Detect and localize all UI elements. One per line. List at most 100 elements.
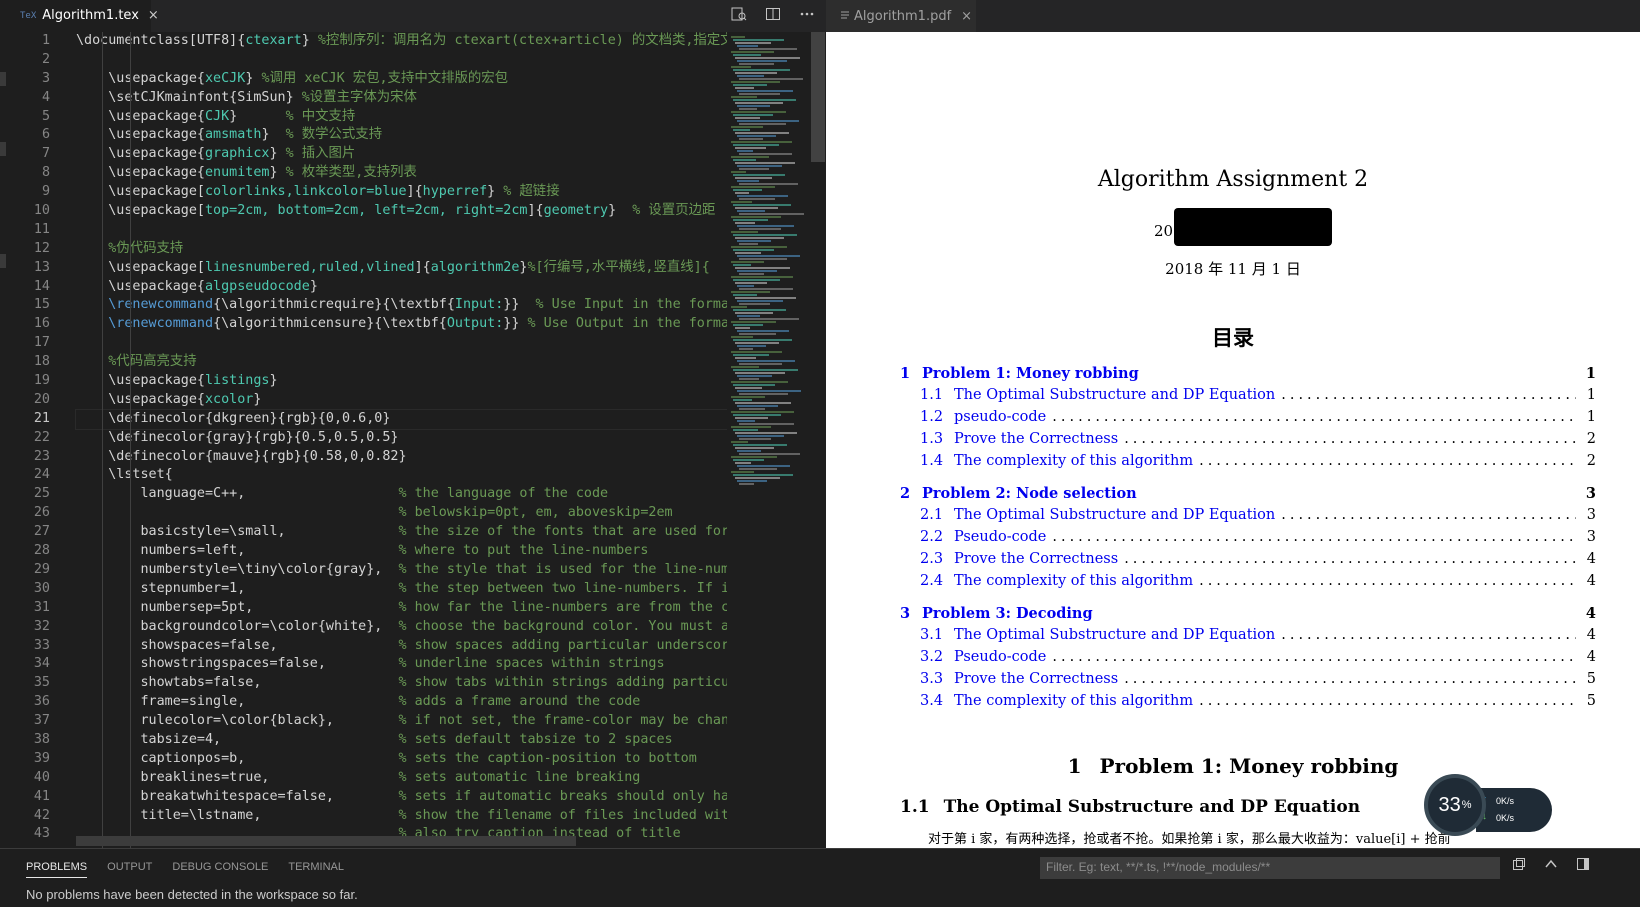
line-text[interactable]: \usepackage{CJK} % 中文支持 <box>76 108 727 127</box>
toc-label[interactable]: The complexity of this algorithm <box>954 693 1193 709</box>
line-text[interactable]: \usepackage{xcolor} <box>76 391 727 410</box>
toc-entry[interactable]: 1.1 The Optimal Substructure and DP Equat… <box>900 384 1596 406</box>
code-line[interactable]: 2 <box>0 51 727 70</box>
toc-entry[interactable]: 3.1 The Optimal Substructure and DP Equat… <box>900 624 1596 646</box>
code-line[interactable]: 17 <box>0 334 727 353</box>
toc-entry[interactable]: 1.4 The complexity of this algorithm.....… <box>900 450 1596 472</box>
code-line[interactable]: 31 numbersep=5pt, % how far the line-num… <box>0 599 727 618</box>
toc-entry[interactable]: 3.2 Pseudo-code..........................… <box>900 646 1596 668</box>
scrollbar-thumb[interactable] <box>811 32 825 162</box>
code-line[interactable]: 26 % belowskip=0pt, em, aboveskip=2em <box>0 504 727 523</box>
toc-label[interactable]: Problem 3: Decoding <box>922 605 1093 622</box>
line-text[interactable]: \usepackage{graphicx} % 插入图片 <box>76 145 727 164</box>
code-line[interactable]: 16 \renewcommand{\algorithmicensure}{\te… <box>0 315 727 334</box>
line-text[interactable]: \usepackage{amsmath} % 数学公式支持 <box>76 126 727 145</box>
line-text[interactable]: numbersep=5pt, % how far the line-number… <box>76 599 727 618</box>
code-line[interactable]: 22 \definecolor{gray}{rgb}{0.5,0.5,0.5} <box>0 429 727 448</box>
close-icon[interactable]: × <box>961 9 972 24</box>
toc-entry[interactable]: 2.2 Pseudo-code..........................… <box>900 526 1596 548</box>
toc-entry[interactable]: 1Problem 1: Money robbing...............… <box>900 362 1596 384</box>
toc-label[interactable]: The Optimal Substructure and DP Equation <box>954 507 1275 523</box>
line-text[interactable]: \setCJKmainfont{SimSun} %设置主字体为宋体 <box>76 89 727 108</box>
collapse-all-icon[interactable] <box>1512 857 1526 875</box>
code-line[interactable]: 35 showtabs=false, % show tabs within st… <box>0 674 727 693</box>
open-preview-icon[interactable] <box>730 6 748 26</box>
panel-tab-problems[interactable]: PROBLEMS <box>26 861 88 878</box>
close-icon[interactable]: × <box>148 8 159 23</box>
line-text[interactable]: showtabs=false, % show tabs within strin… <box>76 674 727 693</box>
line-text[interactable]: \documentclass[UTF8]{ctexart} %控制序列：调用名为… <box>76 32 727 51</box>
toc-entry[interactable]: 2.4 The complexity of this algorithm.....… <box>900 570 1596 592</box>
code-line[interactable]: 6 \usepackage{amsmath} % 数学公式支持 <box>0 126 727 145</box>
code-line[interactable]: 21 \definecolor{dkgreen}{rgb}{0,0.6,0} <box>0 408 727 430</box>
line-text[interactable]: \definecolor{mauve}{rgb}{0.58,0,0.82} <box>76 448 727 467</box>
line-text[interactable]: \definecolor{dkgreen}{rgb}{0,0.6,0} <box>75 408 727 430</box>
line-text[interactable]: \usepackage[linesnumbered,ruled,vlined]{… <box>76 259 727 278</box>
code-line[interactable]: 5 \usepackage{CJK} % 中文支持 <box>0 108 727 127</box>
code-line[interactable]: 27 basicstyle=\small, % the size of the … <box>0 523 727 542</box>
toc-label[interactable]: The complexity of this algorithm <box>954 573 1193 589</box>
line-text[interactable]: \renewcommand{\algorithmicensure}{\textb… <box>76 315 727 334</box>
toggle-panel-icon[interactable] <box>1576 857 1590 875</box>
code-line[interactable]: 9 \usepackage[colorlinks,linkcolor=blue]… <box>0 183 727 202</box>
code-line[interactable]: 36 frame=single, % adds a frame around t… <box>0 693 727 712</box>
code-line[interactable]: 8 \usepackage{enumitem} % 枚举类型,支持列表 <box>0 164 727 183</box>
code-line[interactable]: 42 title=\lstname, % show the filename o… <box>0 807 727 826</box>
code-line[interactable]: 3 \usepackage{xeCJK} %调用 xeCJK 宏包,支持中文排版… <box>0 70 727 89</box>
line-text[interactable]: rulecolor=\color{black}, % if not set, t… <box>76 712 727 731</box>
toc-label[interactable]: The Optimal Substructure and DP Equation <box>954 387 1275 403</box>
line-text[interactable]: \renewcommand{\algorithmicrequire}{\text… <box>76 296 727 315</box>
code-line[interactable]: 30 stepnumber=1, % the step between two … <box>0 580 727 599</box>
toc-entry[interactable]: 3.3 Prove the Correctness................… <box>900 668 1596 690</box>
line-text[interactable]: breaklines=true, % sets automatic line b… <box>76 769 727 788</box>
code-line[interactable]: 40 breaklines=true, % sets automatic lin… <box>0 769 727 788</box>
tab-algorithm1-tex[interactable]: TeX Algorithm1.tex × <box>0 0 159 32</box>
chevron-up-icon[interactable] <box>1544 857 1558 875</box>
line-text[interactable]: backgroundcolor=\color{white}, % choose … <box>76 618 727 637</box>
code-line[interactable]: 4 \setCJKmainfont{SimSun} %设置主字体为宋体 <box>0 89 727 108</box>
panel-tab-output[interactable]: OUTPUT <box>107 861 152 878</box>
pdf-viewer[interactable]: Algorithm Assignment 2 20 2018 年 11 月 1 … <box>826 32 1640 848</box>
code-line[interactable]: 25 language=C++, % the language of the c… <box>0 485 727 504</box>
problems-filter-input[interactable]: Filter. Eg: text, **/*.ts, !**/node_modu… <box>1040 857 1500 879</box>
code-editor[interactable]: 1 \documentclass[UTF8]{ctexart} %控制序列：调用名… <box>0 32 826 848</box>
panel-tab-debug-console[interactable]: DEBUG CONSOLE <box>172 861 268 878</box>
code-line[interactable]: 13 \usepackage[linesnumbered,ruled,vline… <box>0 259 727 278</box>
code-line[interactable]: 29 numberstyle=\tiny\color{gray}, % the … <box>0 561 727 580</box>
code-line[interactable]: 15 \renewcommand{\algorithmicrequire}{\t… <box>0 296 727 315</box>
line-text[interactable]: showspaces=false, % show spaces adding p… <box>76 637 727 656</box>
line-text[interactable]: \lstset{ <box>76 466 727 485</box>
line-text[interactable]: % belowskip=0pt, em, aboveskip=2em <box>76 504 727 523</box>
toc-label[interactable]: pseudo-code <box>954 409 1046 425</box>
line-text[interactable]: \usepackage{listings} <box>76 372 727 391</box>
toc-entry[interactable]: 2Problem 2: Node selection..............… <box>900 482 1596 504</box>
line-text[interactable]: \usepackage{xeCJK} %调用 xeCJK 宏包,支持中文排版的宏… <box>76 70 727 89</box>
toc-entry[interactable]: 2.1 The Optimal Substructure and DP Equat… <box>900 504 1596 526</box>
panel-tab-terminal[interactable]: TERMINAL <box>288 861 344 878</box>
code-line[interactable]: 11 <box>0 221 727 240</box>
code-line[interactable]: 18 %代码高亮支持 <box>0 353 727 372</box>
line-text[interactable]: stepnumber=1, % the step between two lin… <box>76 580 727 599</box>
toc-label[interactable]: Problem 2: Node selection <box>922 485 1137 502</box>
net-speed-widget[interactable]: ↑ 0K/s ↓ 0K/s <box>1476 788 1552 832</box>
code-line[interactable]: 19 \usepackage{listings} <box>0 372 727 391</box>
toc-entry[interactable]: 3Problem 3: Decoding....................… <box>900 602 1596 624</box>
line-text[interactable]: \usepackage[top=2cm, bottom=2cm, left=2c… <box>76 202 727 221</box>
code-line[interactable]: 34 showstringspaces=false, % underline s… <box>0 655 727 674</box>
line-text[interactable]: %伪代码支持 <box>76 240 727 259</box>
code-line[interactable]: 14 \usepackage{algpseudocode} <box>0 278 727 297</box>
split-editor-icon[interactable] <box>764 6 782 26</box>
code-lines[interactable]: 1 \documentclass[UTF8]{ctexart} %控制序列：调用名… <box>0 32 727 848</box>
toc-entry[interactable]: 1.3 Prove the Correctness................… <box>900 428 1596 450</box>
line-text[interactable]: captionpos=b, % sets the caption-positio… <box>76 750 727 769</box>
toc-entry[interactable]: 2.3 Prove the Correctness................… <box>900 548 1596 570</box>
tab-algorithm1-pdf[interactable]: Algorithm1.pdf × <box>826 0 976 32</box>
toc-label[interactable]: Prove the Correctness <box>954 551 1118 567</box>
code-line[interactable]: 20 \usepackage{xcolor} <box>0 391 727 410</box>
toc-label[interactable]: The complexity of this algorithm <box>954 453 1193 469</box>
code-line[interactable]: 24 \lstset{ <box>0 466 727 485</box>
toc-label[interactable]: The Optimal Substructure and DP Equation <box>954 627 1275 643</box>
line-text[interactable]: \usepackage{enumitem} % 枚举类型,支持列表 <box>76 164 727 183</box>
line-text[interactable]: \usepackage{algpseudocode} <box>76 278 727 297</box>
line-text[interactable]: language=C++, % the language of the code <box>76 485 727 504</box>
